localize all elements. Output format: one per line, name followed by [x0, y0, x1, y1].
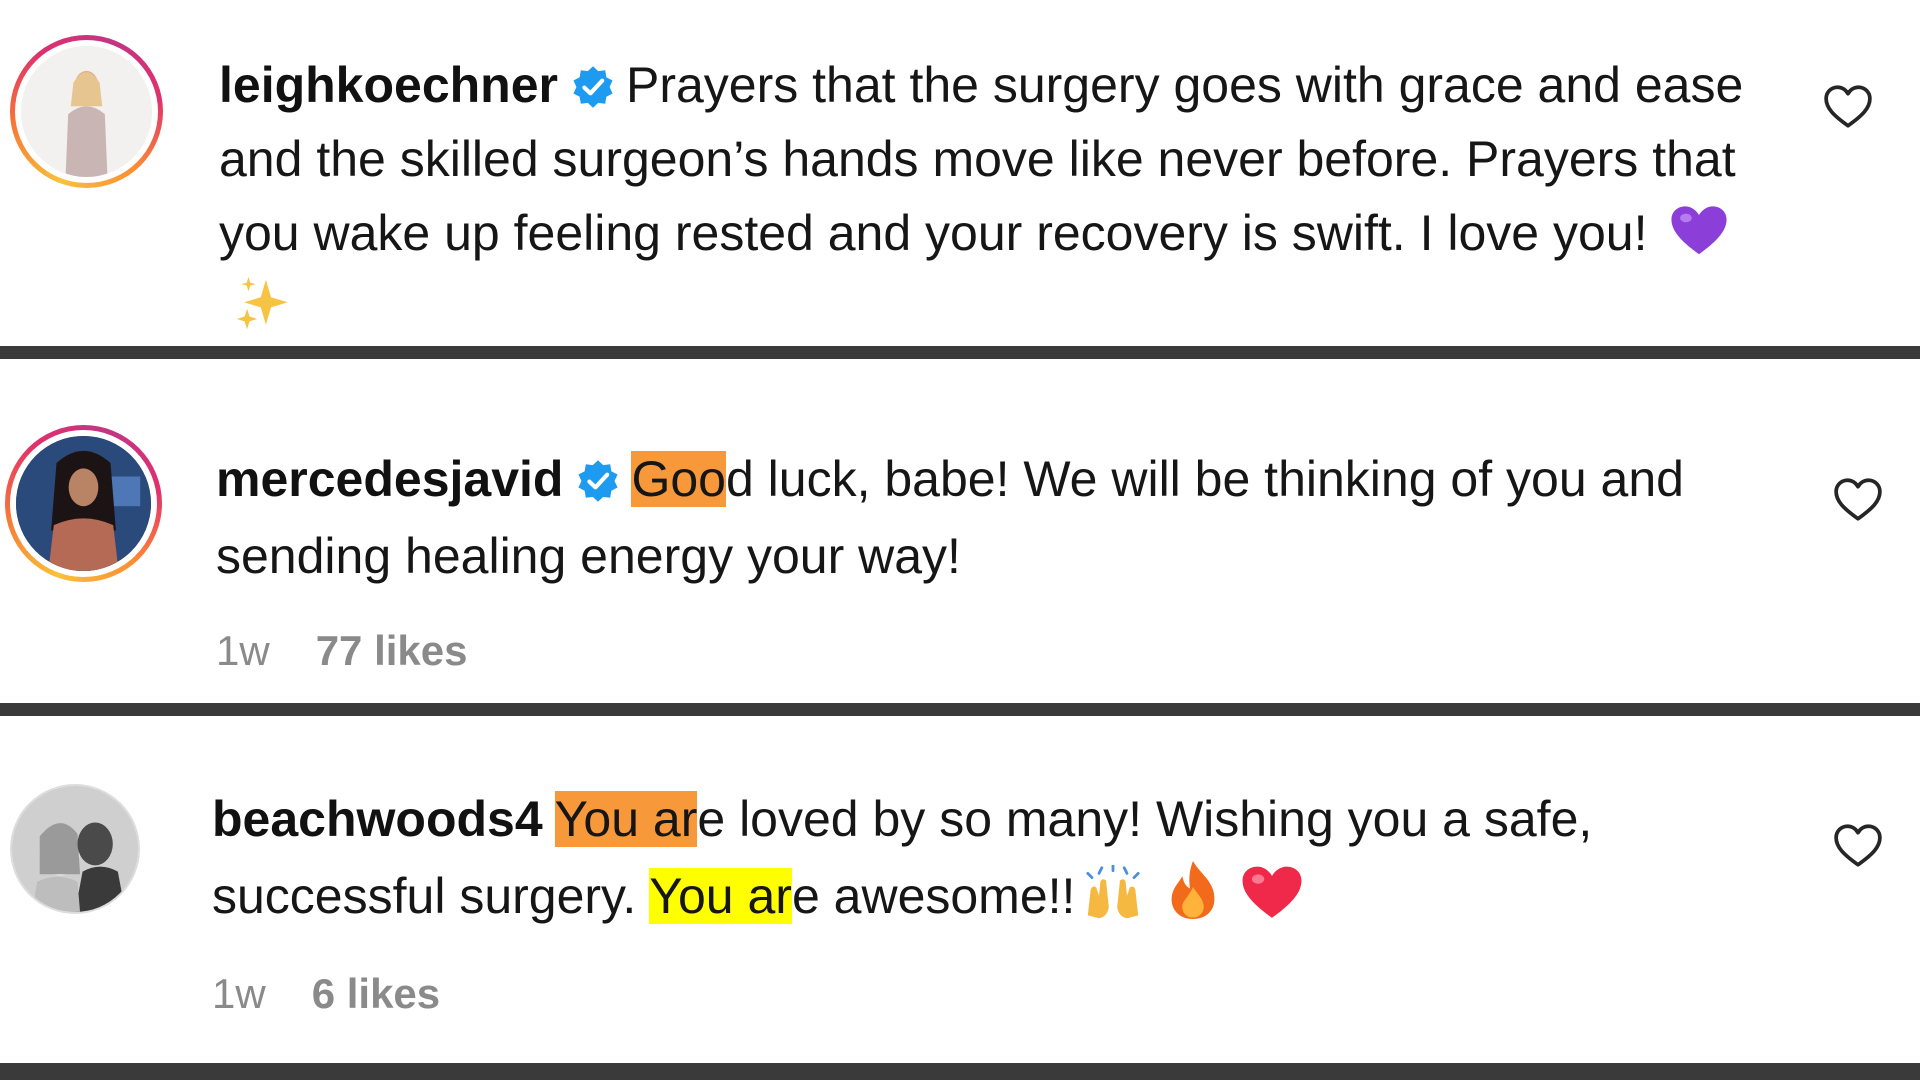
username[interactable]: mercedesjavid — [216, 451, 563, 507]
divider — [0, 703, 1920, 716]
comment-panel-2: mercedesjavid Good luck, babe! We will be… — [0, 359, 1920, 703]
avatar-photo — [16, 436, 151, 571]
avatar-beachwoods4[interactable] — [10, 784, 140, 914]
comment-panel-3: beachwoods4 You are loved by so many! Wis… — [0, 716, 1920, 1063]
comment-text-end: e awesome!! — [791, 868, 1076, 924]
highlight-orange: Goo — [631, 451, 726, 507]
person-silhouette-icon — [12, 786, 138, 912]
person-silhouette-icon — [16, 436, 151, 571]
like-heart-icon[interactable] — [1823, 84, 1873, 130]
raising-hands-icon — [1086, 865, 1141, 919]
like-heart-icon[interactable] — [1833, 477, 1883, 523]
like-heart-icon[interactable] — [1833, 823, 1883, 869]
person-silhouette-icon — [21, 46, 152, 177]
comment-body-1: leighkoechner Prayers that the surgery go… — [219, 48, 1759, 344]
timestamp[interactable]: 1w — [212, 970, 266, 1017]
verified-badge-icon — [573, 66, 613, 108]
purple-heart-icon — [1670, 206, 1727, 255]
username[interactable]: leighkoechner — [219, 57, 558, 113]
highlight-yellow: You ar — [649, 868, 792, 924]
comment-body-3: beachwoods4 You are loved by so many! Wis… — [212, 781, 1772, 935]
divider — [0, 1063, 1920, 1080]
red-heart-icon — [1242, 866, 1302, 918]
sparkles-icon — [236, 276, 288, 330]
highlight-orange: You ar — [554, 791, 698, 847]
divider — [0, 346, 1920, 359]
comment-meta-2: 1w 77 likes — [216, 627, 468, 675]
avatar-ring-inner — [10, 430, 157, 577]
avatar-photo — [21, 46, 152, 177]
verified-badge-icon — [578, 460, 618, 502]
avatar-photo — [12, 786, 138, 912]
fire-icon — [1172, 860, 1215, 920]
comment-body-2: mercedesjavid Good luck, babe! We will be… — [216, 441, 1766, 595]
avatar-ring-inner — [15, 40, 158, 183]
avatar-mercedesjavid[interactable] — [5, 425, 162, 582]
comment-panel-1: leighkoechner Prayers that the surgery go… — [0, 0, 1920, 346]
comment-meta-3: 1w 6 likes — [212, 970, 440, 1018]
timestamp[interactable]: 1w — [216, 627, 270, 674]
avatar-leighkoechner[interactable] — [10, 35, 163, 188]
likes-count[interactable]: 6 likes — [312, 970, 440, 1017]
likes-count[interactable]: 77 likes — [316, 627, 468, 674]
username[interactable]: beachwoods4 — [212, 791, 543, 847]
